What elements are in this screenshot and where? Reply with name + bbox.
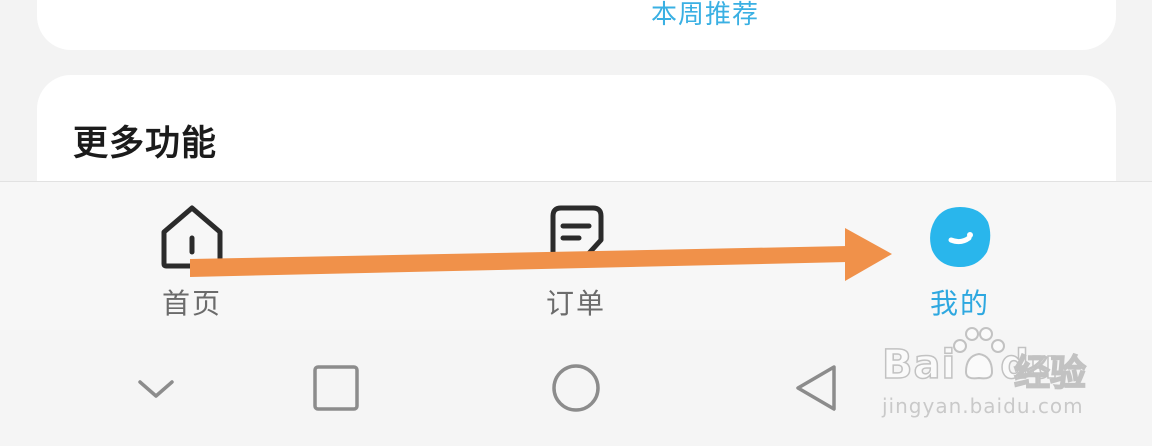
chevron-down-icon[interactable] bbox=[126, 358, 186, 418]
tab-mine[interactable]: 我的 bbox=[885, 182, 1035, 331]
square-recents-icon[interactable] bbox=[306, 358, 366, 418]
recommend-card: 本周推荐 bbox=[37, 0, 1116, 50]
tab-orders-label: 订单 bbox=[545, 287, 606, 320]
circle-home-icon[interactable] bbox=[546, 358, 606, 418]
baidu-jingyan-watermark: Bai du 经验 jingyan.baidu.com bbox=[881, 322, 1102, 434]
tab-home-label: 首页 bbox=[161, 287, 222, 320]
tab-mine-label: 我的 bbox=[929, 287, 990, 320]
profile-avatar-icon bbox=[930, 207, 991, 268]
app-screen: 本周推荐 更多功能 首页 订单 我的 Bai du 经验 jingyan.bai… bbox=[0, 0, 1152, 446]
triangle-back-icon[interactable] bbox=[786, 358, 846, 418]
tab-orders[interactable]: 订单 bbox=[501, 182, 651, 331]
watermark-product: 经验 bbox=[1013, 352, 1087, 395]
order-document-icon bbox=[550, 205, 604, 265]
house-icon bbox=[161, 205, 223, 269]
weekly-recommend-link[interactable]: 本周推荐 bbox=[651, 0, 759, 31]
more-features-title: 更多功能 bbox=[73, 124, 218, 164]
bottom-tab-bar: 首页 订单 我的 bbox=[0, 181, 1152, 331]
watermark-url: jingyan.baidu.com bbox=[882, 394, 1084, 418]
tab-home[interactable]: 首页 bbox=[117, 182, 267, 331]
